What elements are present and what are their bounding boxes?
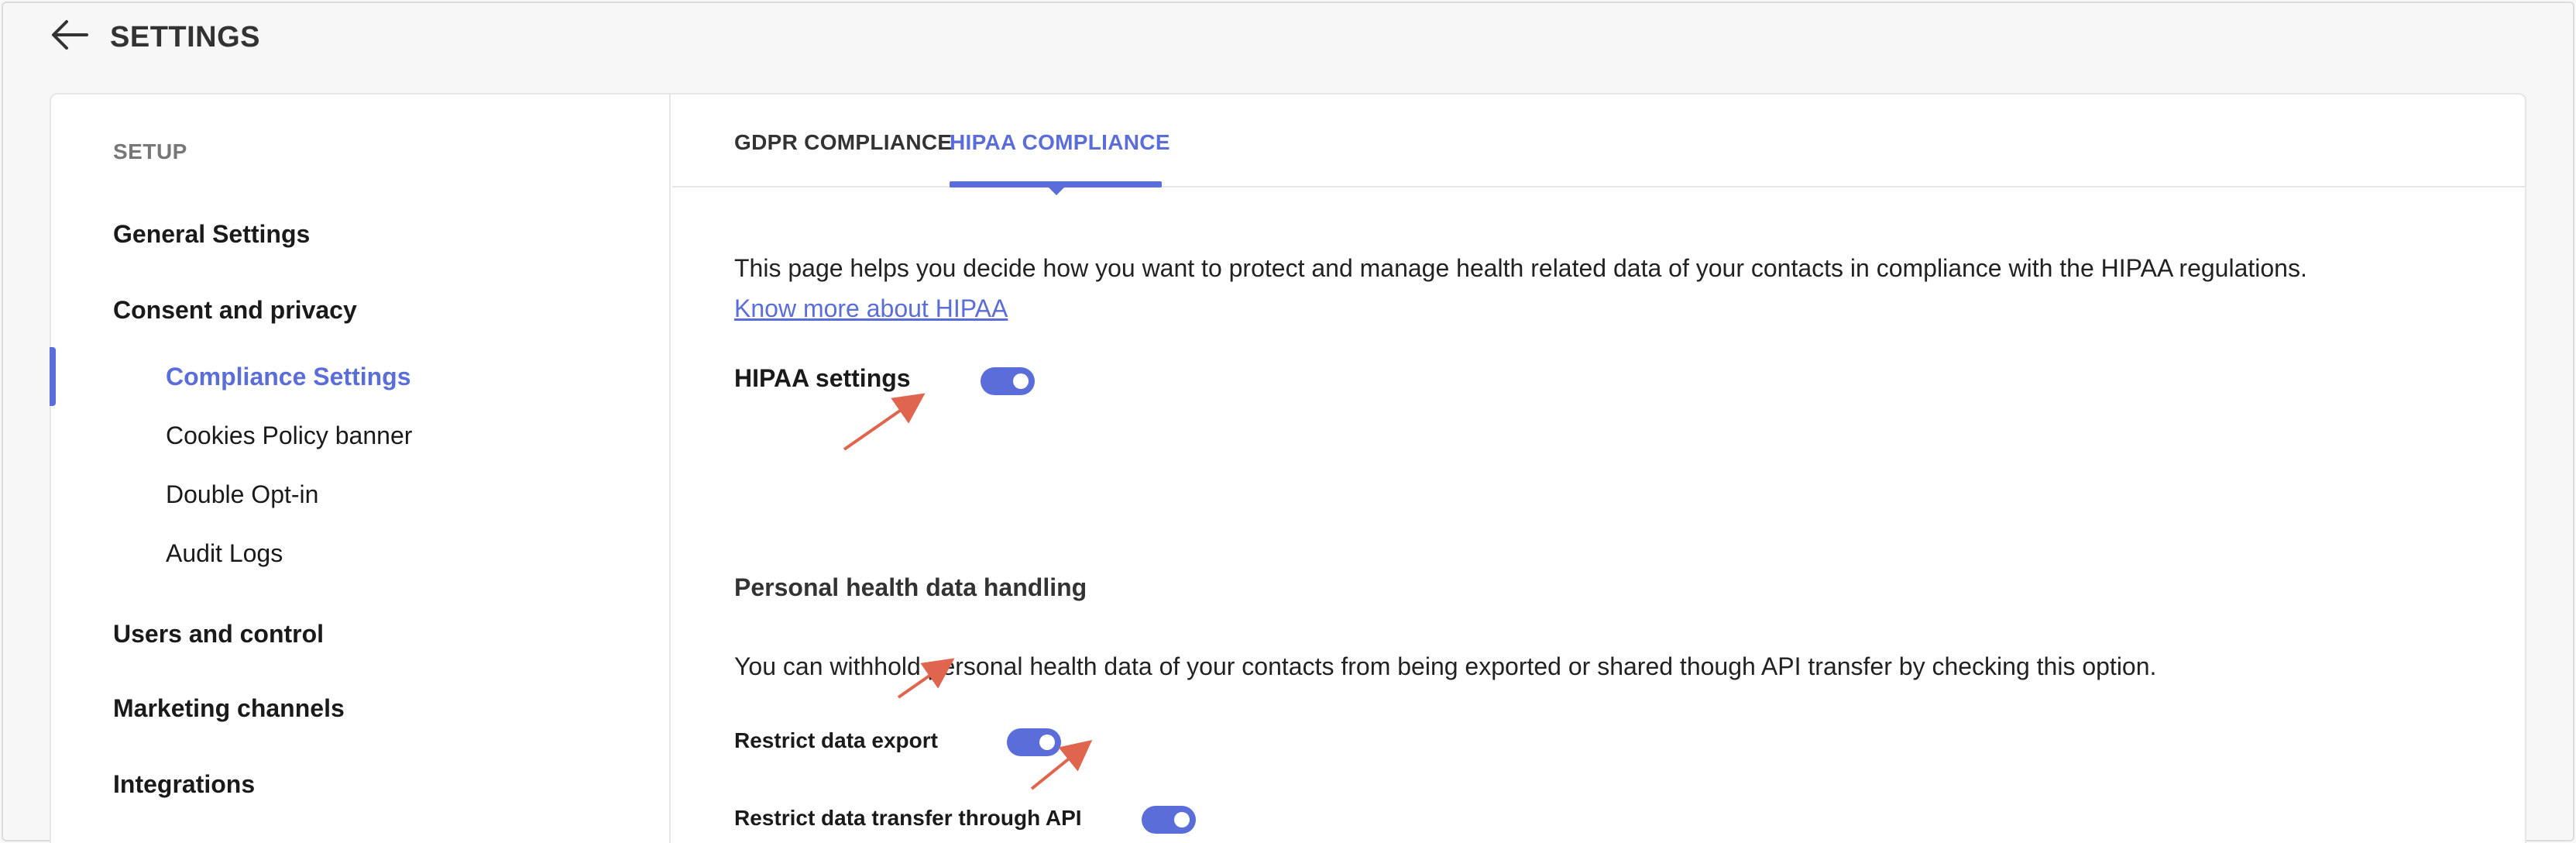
sidebar-item-audit-logs[interactable]: Audit Logs xyxy=(166,538,283,569)
page-title: SETTINGS xyxy=(110,21,261,53)
toggle-knob xyxy=(1039,735,1055,750)
toggle-knob xyxy=(1013,373,1029,389)
sidebar-item-marketing-channels[interactable]: Marketing channels xyxy=(113,693,345,724)
restrict-data-export-label: Restrict data export xyxy=(734,728,938,752)
top-bar: SETTINGS xyxy=(0,0,2576,77)
active-tab-notch xyxy=(1047,186,1066,195)
sidebar-item-compliance-settings[interactable]: Compliance Settings xyxy=(166,361,411,392)
sidebar-item-cookies-policy-banner[interactable]: Cookies Policy banner xyxy=(166,420,412,451)
tab-hipaa-compliance[interactable]: HIPAA COMPLIANCE xyxy=(950,129,1170,157)
active-item-marker xyxy=(50,347,56,406)
section-title-personal-health-data: Personal health data handling xyxy=(734,573,1087,601)
sidebar-item-double-opt-in[interactable]: Double Opt-in xyxy=(166,479,318,510)
tab-bar: GDPR COMPLIANCE HIPAA COMPLIANCE xyxy=(672,95,2525,195)
main-content: GDPR COMPLIANCE HIPAA COMPLIANCE This pa… xyxy=(672,95,2525,843)
sidebar: SETUP General Settings Consent and priva… xyxy=(50,95,671,843)
hipaa-description: This page helps you decide how you want … xyxy=(734,254,2307,282)
toggle-knob xyxy=(1174,812,1190,828)
hipaa-settings-label: HIPAA settings xyxy=(734,364,911,392)
sidebar-item-users-and-control[interactable]: Users and control xyxy=(113,618,324,649)
sidebar-item-integrations[interactable]: Integrations xyxy=(113,769,255,800)
restrict-api-transfer-label: Restrict data transfer through API xyxy=(734,806,1082,830)
sidebar-item-consent-and-privacy[interactable]: Consent and privacy xyxy=(113,294,357,325)
hipaa-settings-toggle[interactable] xyxy=(981,367,1035,395)
restrict-api-transfer-toggle[interactable] xyxy=(1142,806,1196,834)
tab-gdpr-compliance[interactable]: GDPR COMPLIANCE xyxy=(734,129,952,157)
know-more-hipaa-link[interactable]: Know more about HIPAA xyxy=(734,291,1008,325)
sidebar-item-general-settings[interactable]: General Settings xyxy=(113,218,310,249)
restrict-data-export-toggle[interactable] xyxy=(1007,728,1061,756)
settings-panel: SETUP General Settings Consent and priva… xyxy=(50,93,2526,843)
section-description: You can withhold personal health data of… xyxy=(734,652,2157,680)
arrow-left-icon[interactable] xyxy=(48,17,91,53)
sidebar-heading: SETUP xyxy=(113,139,187,163)
